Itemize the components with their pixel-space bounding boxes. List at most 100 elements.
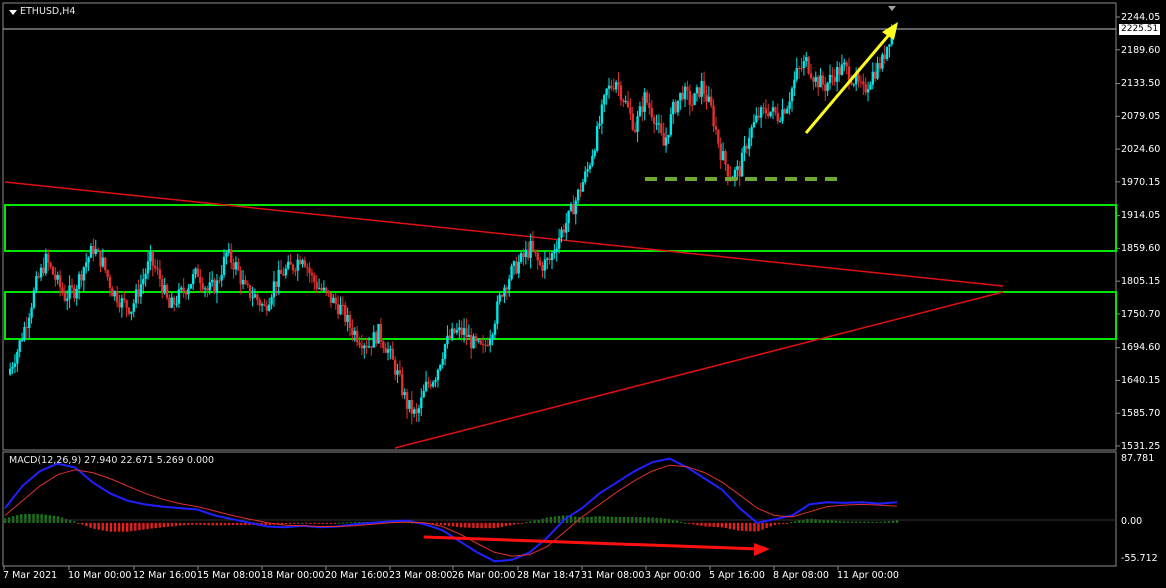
bear-candle	[460, 327, 463, 335]
hist-bar-negative	[480, 522, 483, 529]
hist-bar-negative	[741, 522, 744, 531]
bull-candle	[555, 248, 558, 252]
bull-candle	[16, 351, 19, 364]
bear-candle	[845, 62, 848, 67]
ascending-trendline[interactable]	[394, 291, 1004, 449]
hist-bar-negative	[134, 522, 137, 531]
bear-candle	[104, 257, 107, 271]
hist-bar-negative	[162, 522, 166, 528]
time-label: 28 Mar 18:47	[517, 570, 581, 581]
bear-candle	[289, 261, 292, 265]
macd-signal-line	[4, 464, 898, 557]
bull-candle	[769, 111, 772, 116]
bear-candle	[712, 105, 715, 127]
hist-bar-positive	[3, 518, 7, 523]
bull-candle	[524, 249, 528, 258]
bear-candle	[809, 73, 813, 79]
bear-candle	[824, 84, 827, 91]
bear-candle	[562, 229, 566, 233]
bull-candle	[869, 84, 872, 90]
hist-bar-negative	[227, 522, 231, 526]
bull-candle	[422, 390, 425, 398]
bull-candle	[667, 134, 670, 138]
bear-candle	[698, 87, 701, 97]
hist-bar-negative	[333, 522, 337, 524]
symbol-menu-icon[interactable]	[9, 10, 17, 15]
hist-bar-negative	[704, 522, 707, 527]
hist-bar-negative	[700, 522, 703, 526]
price-label: 2133.50	[1121, 78, 1161, 89]
bear-candle	[370, 346, 373, 348]
bear-candle	[626, 101, 630, 108]
hist-bar-negative	[219, 522, 223, 526]
hist-bar-negative	[89, 522, 92, 528]
bear-candle	[427, 381, 430, 385]
time-label: 7 Mar 2021	[3, 570, 58, 581]
bull-candle	[353, 330, 356, 335]
bear-candle	[429, 384, 433, 387]
bear-candle	[344, 304, 347, 322]
hist-bar-positive	[867, 521, 870, 523]
bull-candle	[142, 278, 145, 285]
hist-bar-negative	[765, 522, 768, 529]
bear-candle	[873, 71, 877, 79]
bear-candle	[838, 67, 841, 75]
hist-bar-negative	[109, 522, 113, 532]
bull-candle	[472, 336, 475, 349]
bear-candle	[182, 287, 185, 292]
bear-candle	[327, 290, 330, 293]
chart-canvas[interactable]	[0, 0, 1166, 588]
bear-candle	[156, 268, 159, 270]
hist-bar-positive	[337, 522, 341, 524]
bull-candle	[593, 150, 596, 156]
divergence-arrow-line[interactable]	[423, 535, 761, 551]
hist-bar-negative	[785, 522, 789, 524]
bull-candle	[574, 200, 577, 215]
bull-candle	[170, 297, 173, 308]
time-label: 15 Mar 08:00	[197, 570, 261, 581]
bull-candle	[66, 298, 69, 301]
bear-candle	[690, 104, 694, 106]
bull-candle	[450, 328, 454, 339]
hist-bar-negative	[235, 522, 239, 526]
bear-candle	[833, 76, 836, 82]
bull-candle	[814, 76, 817, 82]
chart-shift-marker-icon[interactable]	[888, 6, 896, 11]
bear-candle	[479, 340, 482, 344]
bear-candle	[541, 265, 544, 271]
bull-candle	[567, 210, 570, 224]
divergence-arrow-head	[754, 543, 770, 556]
hist-bar-positive	[28, 513, 31, 523]
resistance-zone-box[interactable]	[4, 204, 1117, 252]
bear-candle	[115, 291, 119, 303]
bull-candle	[417, 408, 421, 414]
bear-candle	[213, 279, 216, 293]
bull-candle	[600, 104, 604, 124]
hist-bar-negative	[472, 522, 475, 528]
hist-bar-negative	[468, 522, 471, 528]
bull-candle	[888, 44, 891, 47]
bear-candle	[315, 281, 318, 289]
hist-bar-positive	[810, 518, 813, 523]
bear-candle	[168, 297, 171, 308]
bull-candle	[643, 92, 646, 112]
hist-bar-positive	[838, 521, 842, 523]
bull-candle	[94, 249, 97, 254]
bear-candle	[313, 275, 316, 282]
hist-bar-positive	[895, 520, 899, 523]
bear-candle	[153, 265, 157, 269]
bull-candle	[85, 262, 88, 268]
price-label: 1859.60	[1121, 243, 1161, 254]
bear-candle	[631, 113, 634, 130]
bull-candle	[671, 101, 675, 115]
bull-candle	[603, 95, 606, 105]
bear-candle	[465, 328, 468, 338]
bull-candle	[467, 334, 471, 338]
price-label: 1585.70	[1121, 408, 1161, 419]
bull-candle	[225, 252, 228, 257]
bull-candle	[272, 281, 276, 298]
hist-bar-positive	[350, 522, 353, 524]
bear-candle	[883, 54, 886, 60]
bear-candle	[745, 145, 749, 149]
bull-candle	[496, 301, 499, 324]
